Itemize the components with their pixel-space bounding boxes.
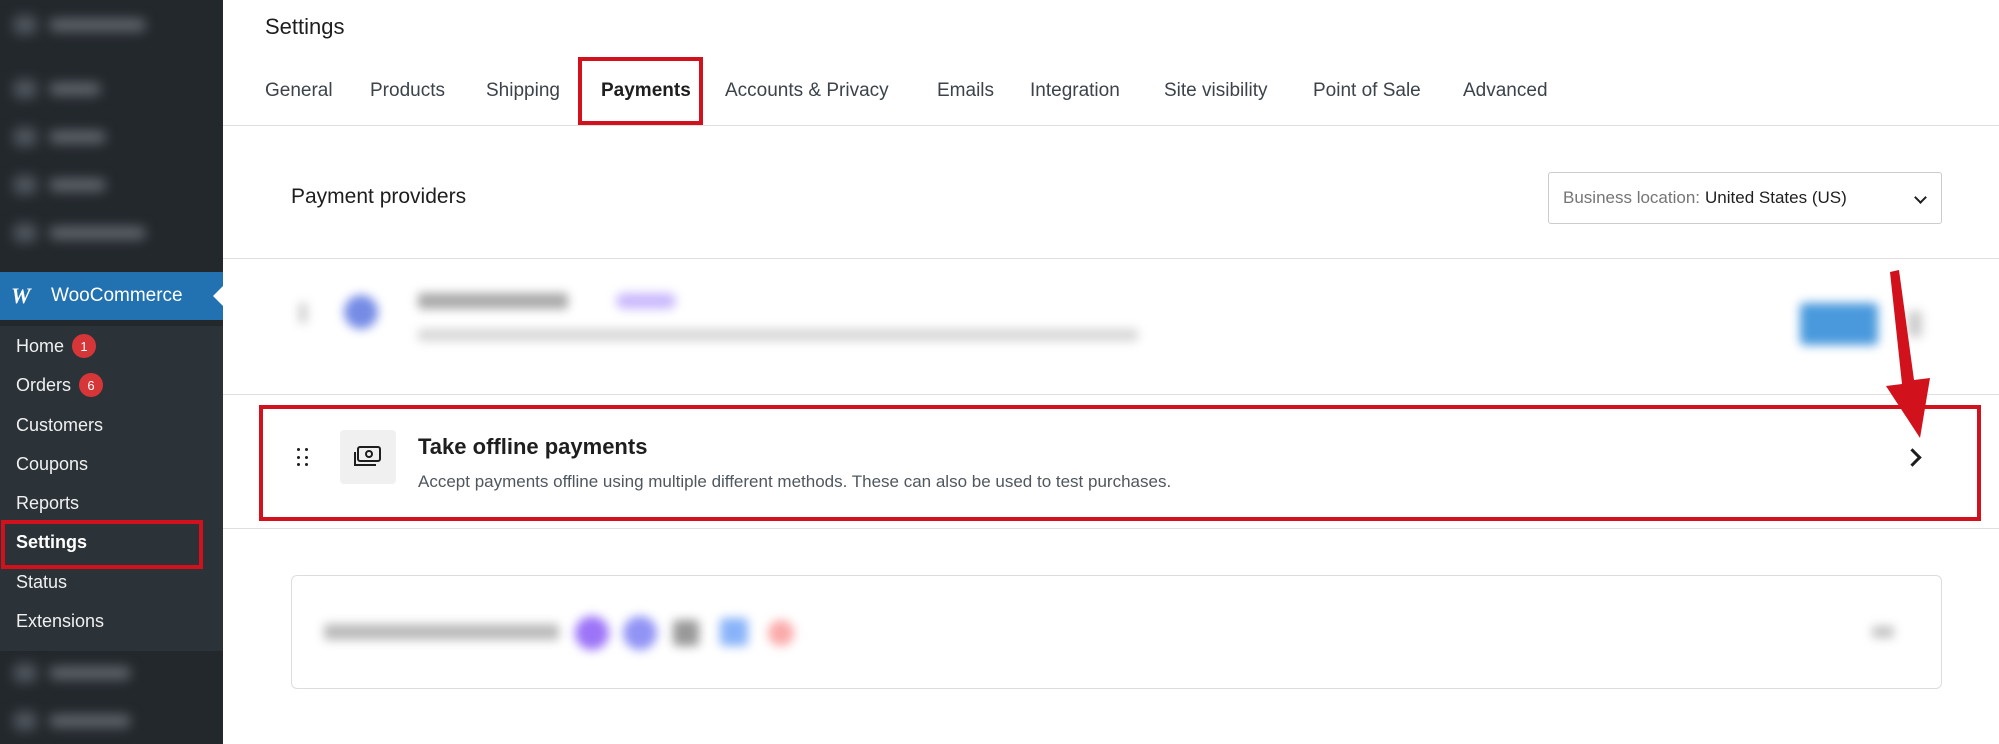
sidebar-item-label: Extensions (16, 610, 105, 631)
blurred-menu-top (0, 0, 223, 260)
woocommerce-logo-icon: W (11, 283, 31, 308)
sidebar-item-label: Customers (16, 414, 104, 435)
tab-point-of-sale[interactable]: Point of Sale (1313, 80, 1421, 102)
tab-advanced[interactable]: Advanced (1463, 80, 1548, 102)
notification-badge: 6 (79, 373, 104, 397)
tab-integration[interactable]: Integration (1030, 80, 1120, 102)
payments-tab-highlight-annotation (578, 57, 703, 125)
tab-products[interactable]: Products (370, 80, 445, 102)
tab-shipping[interactable]: Shipping (486, 80, 560, 102)
tab-emails[interactable]: Emails (937, 80, 994, 102)
business-location-label: Business location: (1563, 188, 1701, 207)
tab-general[interactable]: General (265, 80, 333, 102)
section-divider (223, 528, 1999, 529)
page-title: Settings (265, 14, 345, 39)
woocommerce-submenu: Home 1 Orders 6 Customers Coupons Report… (0, 326, 223, 651)
business-location-value: United States (US) (1705, 188, 1847, 207)
more-payment-options-card (291, 575, 1942, 689)
offline-row-highlight-annotation (259, 405, 1981, 521)
sidebar-item-extensions[interactable]: Extensions (16, 606, 104, 636)
blurred-payment-provider-row (223, 259, 1999, 394)
annotation-arrow (1886, 270, 1930, 438)
sidebar-item-label: Reports (16, 492, 80, 513)
sidebar-item-status[interactable]: Status (16, 567, 67, 597)
woocommerce-menu-header[interactable]: W WooCommerce (0, 272, 223, 320)
tabs-divider (223, 125, 1999, 126)
sidebar-item-home[interactable]: Home 1 (16, 331, 97, 361)
sidebar-item-orders[interactable]: Orders 6 (16, 370, 104, 400)
business-location-select[interactable]: Business location: United States (US) (1548, 172, 1942, 224)
current-menu-pointer (213, 286, 223, 306)
woocommerce-menu-label: WooCommerce (51, 285, 183, 306)
sidebar-item-label: Orders (16, 374, 72, 395)
admin-sidebar: W WooCommerce Home 1 Orders 6 Customers … (0, 0, 223, 744)
sidebar-item-label: Coupons (16, 453, 89, 474)
section-divider (223, 394, 1999, 395)
settings-highlight-annotation (1, 520, 203, 569)
sidebar-item-label: Home (16, 335, 65, 356)
sidebar-item-coupons[interactable]: Coupons (16, 449, 88, 479)
notification-badge: 1 (72, 334, 97, 358)
sidebar-item-label: Status (16, 571, 68, 592)
blurred-menu-bottom (0, 652, 223, 744)
sidebar-item-customers[interactable]: Customers (16, 410, 103, 440)
payment-providers-title: Payment providers (291, 185, 467, 208)
tab-site-visibility[interactable]: Site visibility (1164, 80, 1267, 102)
chevron-down-icon (1914, 191, 1927, 204)
sidebar-item-reports[interactable]: Reports (16, 488, 79, 518)
tab-accounts-privacy[interactable]: Accounts & Privacy (725, 80, 889, 102)
